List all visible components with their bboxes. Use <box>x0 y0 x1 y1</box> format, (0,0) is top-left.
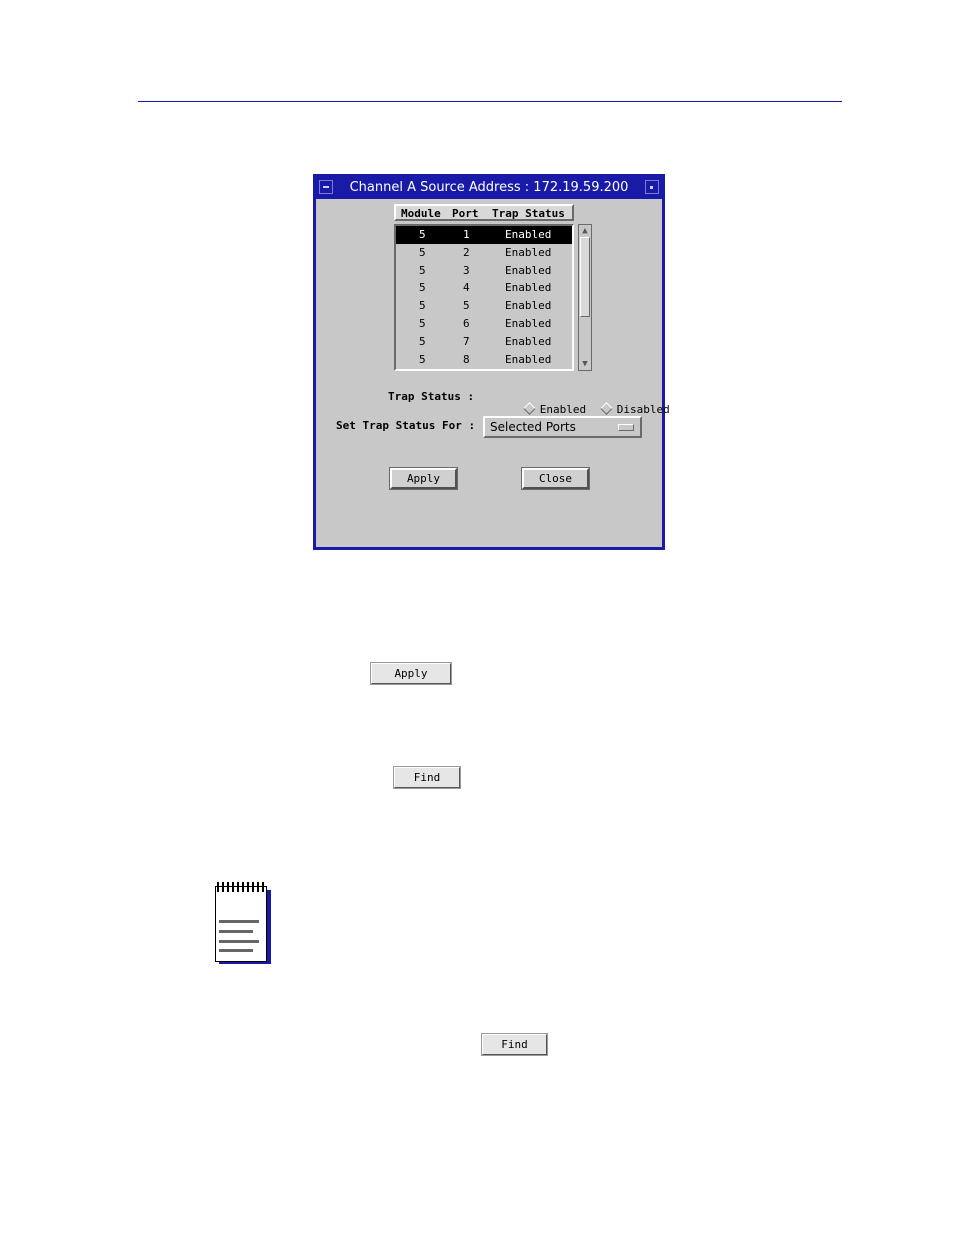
set-trap-status-option-menu[interactable]: Selected Ports <box>483 416 642 438</box>
cell-port: 7 <box>463 334 470 348</box>
cell-trap-status: Enabled <box>505 228 552 241</box>
scroll-up-arrow-icon[interactable]: ▲ <box>580 226 590 236</box>
title-bar: Channel A Source Address : 172.19.59.200 <box>316 177 662 198</box>
dialog-title: Channel A Source Address : 172.19.59.200 <box>349 180 629 195</box>
set-trap-status-label: Set Trap Status For : <box>336 419 476 432</box>
scroll-thumb[interactable] <box>580 237 590 317</box>
cell-module: 5 <box>419 352 426 366</box>
list-item[interactable]: 5 1 Enabled <box>396 226 572 244</box>
cell-module: 5 <box>419 281 426 295</box>
cell-module: 5 <box>419 316 426 330</box>
cell-trap-status: Enabled <box>505 281 552 295</box>
cell-port: 4 <box>463 281 470 295</box>
header-port: Port <box>452 207 479 220</box>
cell-port: 3 <box>463 263 470 277</box>
cell-port: 1 <box>463 228 470 241</box>
cell-module: 5 <box>419 228 426 241</box>
cell-trap-status: Enabled <box>505 334 552 348</box>
header-module: Module <box>401 207 441 220</box>
cell-module: 5 <box>419 245 426 259</box>
cell-port: 8 <box>463 352 470 366</box>
cell-trap-status: Enabled <box>505 245 552 259</box>
list-header: Module Port Trap Status <box>394 204 574 221</box>
apply-button[interactable]: Apply <box>389 467 458 490</box>
list-item[interactable]: 5 2 Enabled <box>396 244 572 262</box>
cell-port: 5 <box>463 299 470 313</box>
cell-module: 5 <box>419 263 426 277</box>
minimize-button[interactable] <box>645 180 659 194</box>
cell-trap-status: Enabled <box>505 299 552 313</box>
cell-module: 5 <box>419 334 426 348</box>
radio-diamond-icon <box>522 402 536 415</box>
scroll-down-arrow-icon[interactable]: ▼ <box>580 359 590 369</box>
cell-port: 2 <box>463 245 470 259</box>
inline-find-button-2[interactable]: Find <box>481 1033 548 1056</box>
cell-module: 5 <box>419 299 426 313</box>
radio-disabled-label: Disabled <box>616 403 670 416</box>
cell-port: 6 <box>463 316 470 330</box>
inline-apply-button[interactable]: Apply <box>370 662 452 685</box>
inline-find-button[interactable]: Find <box>393 766 461 789</box>
list-item[interactable]: 5 8 Enabled <box>396 351 572 369</box>
list-scrollbar[interactable]: ▲ ▼ <box>578 224 592 371</box>
dialog-client: Module Port Trap Status 5 1 Enabled 5 2 Enabl… <box>316 199 670 547</box>
radio-diamond-icon <box>599 402 613 415</box>
port-list[interactable]: 5 1 Enabled 5 2 Enabled 5 3 Enabled 5 4 Enabled 5 5 En… <box>394 224 574 371</box>
list-item[interactable]: 5 7 Enabled <box>396 333 572 351</box>
note-icon <box>215 882 271 964</box>
close-button[interactable]: Close <box>521 467 590 490</box>
header-rule <box>138 101 842 102</box>
option-menu-value: Selected Ports <box>490 420 576 434</box>
option-menu-indicator-icon <box>618 424 634 431</box>
list-item[interactable]: 5 5 Enabled <box>396 297 572 315</box>
cell-trap-status: Enabled <box>505 316 552 330</box>
cell-trap-status: Enabled <box>505 352 552 366</box>
cell-trap-status: Enabled <box>505 263 552 277</box>
trap-status-label: Trap Status : <box>388 390 475 403</box>
list-item[interactable]: 5 6 Enabled <box>396 315 572 333</box>
trap-status-dialog: Channel A Source Address : 172.19.59.200… <box>313 174 670 550</box>
header-trap-status: Trap Status <box>492 207 565 220</box>
list-item[interactable]: 5 3 Enabled <box>396 262 572 280</box>
list-item[interactable]: 5 4 Enabled <box>396 279 572 297</box>
